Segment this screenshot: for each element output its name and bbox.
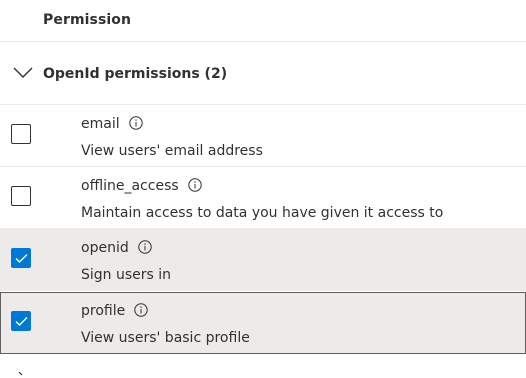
permission-name-wrap: openid (81, 240, 152, 256)
permission-description: View users' basic profile (81, 330, 250, 346)
permission-name: offline_access (81, 178, 179, 194)
permissions-panel: Permission OpenId permissions (2) email … (0, 0, 526, 378)
checkmark-icon (15, 317, 28, 326)
info-icon[interactable] (187, 178, 202, 192)
permission-name-wrap: profile (81, 303, 148, 319)
permission-checkbox-email[interactable] (11, 124, 31, 144)
permission-description: View users' email address (81, 143, 263, 159)
permission-row-profile[interactable]: profile View users' basic profile (0, 292, 526, 354)
chevron-right-icon[interactable] (18, 372, 24, 378)
permission-description: Maintain access to data you have given i… (81, 205, 444, 221)
permission-name-wrap: email (81, 116, 143, 132)
permission-checkbox-openid[interactable] (11, 248, 31, 268)
permission-row-email[interactable]: email View users' email address (0, 105, 526, 167)
openid-permissions-group-toggle[interactable]: OpenId permissions (2) (0, 43, 526, 105)
permission-checkbox-offline-access[interactable] (11, 186, 31, 206)
permission-name: email (81, 116, 120, 132)
checkmark-icon (15, 254, 28, 263)
info-icon[interactable] (134, 303, 148, 317)
info-icon[interactable] (128, 116, 143, 130)
column-header-label: Permission (43, 12, 132, 28)
permission-column-header: Permission (0, 0, 526, 42)
permission-row-openid[interactable]: openid Sign users in (0, 229, 526, 291)
chevron-down-icon[interactable] (13, 67, 33, 79)
permission-name: profile (81, 303, 126, 319)
permission-row-offline-access[interactable]: offline_access Maintain access to data y… (0, 167, 526, 229)
permission-checkbox-profile[interactable] (11, 311, 31, 331)
permission-name-wrap: offline_access (81, 178, 202, 194)
group-label: OpenId permissions (2) (43, 66, 228, 82)
permission-name: openid (81, 240, 129, 256)
info-icon[interactable] (138, 240, 152, 254)
permission-description: Sign users in (81, 267, 172, 283)
